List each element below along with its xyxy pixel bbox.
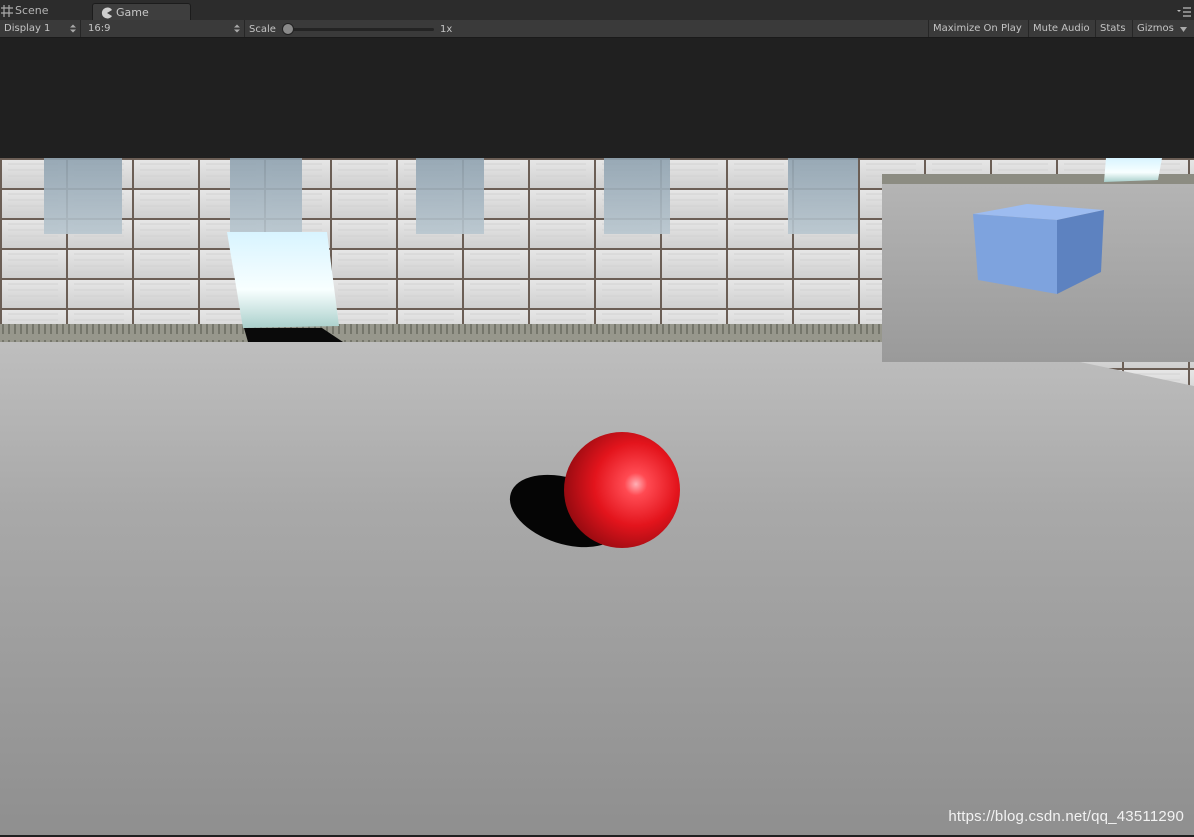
game-render <box>0 158 1194 835</box>
secondary-camera-view <box>882 158 1194 362</box>
light-panel <box>227 232 339 328</box>
panel-menu-icon[interactable] <box>1177 7 1191 17</box>
wall-window <box>230 158 302 234</box>
aspect-ratio-value: 16:9 <box>88 23 111 34</box>
updown-arrow-icon <box>234 24 240 33</box>
chevron-down-icon[interactable] <box>1180 27 1187 32</box>
red-sphere <box>564 432 680 548</box>
maximize-on-play-button[interactable]: Maximize On Play <box>928 20 1027 37</box>
grid-icon <box>1 5 13 17</box>
scale-value: 1x <box>440 24 453 35</box>
game-toolbar: Display 1 16:9 Scale 1x Maximize On Play… <box>0 20 1194 38</box>
scale-slider-track[interactable] <box>286 28 434 31</box>
wall-window <box>44 158 122 234</box>
wall-baseboard <box>0 324 882 342</box>
watermark: https://blog.csdn.net/qq_43511290 <box>948 808 1184 825</box>
gizmos-button[interactable]: Gizmos <box>1132 20 1178 37</box>
mini-light-panel <box>1104 158 1162 182</box>
scale-label: Scale <box>249 24 276 35</box>
tab-game[interactable]: Game <box>92 3 191 21</box>
window-tab-bar: Scene Game <box>0 0 1194 21</box>
wall-window <box>604 158 670 234</box>
floor <box>0 328 1194 835</box>
mute-audio-button[interactable]: Mute Audio <box>1028 20 1099 37</box>
stats-button[interactable]: Stats <box>1095 20 1136 37</box>
updown-arrow-icon <box>70 24 76 33</box>
game-viewport[interactable]: https://blog.csdn.net/qq_43511290 <box>0 158 1194 835</box>
tab-scene-label: Scene <box>15 4 49 17</box>
aspect-ratio-dropdown[interactable]: 16:9 <box>84 20 245 37</box>
pacman-icon <box>101 7 112 19</box>
wall-window <box>788 158 858 234</box>
wall-window <box>416 158 484 234</box>
tab-scene[interactable]: Scene <box>0 2 90 20</box>
display-dropdown[interactable]: Display 1 <box>0 20 81 37</box>
display-dropdown-value: Display 1 <box>4 23 51 34</box>
scale-slider-thumb[interactable] <box>282 23 294 35</box>
letterbox-top <box>0 38 1194 158</box>
